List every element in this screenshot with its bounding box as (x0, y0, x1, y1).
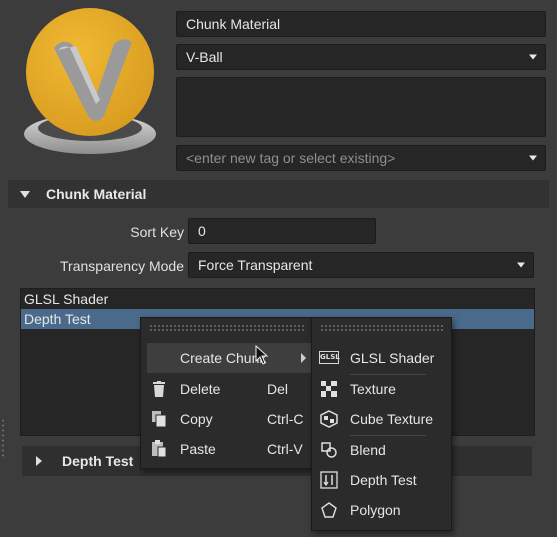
sort-key-input[interactable]: 0 (188, 218, 376, 244)
menu-item-delete[interactable]: Delete Del (147, 374, 311, 404)
submenu-item-label: Cube Texture (350, 411, 434, 427)
submenu-item-label: Depth Test (350, 472, 417, 488)
menu-item-label: Paste (180, 441, 216, 457)
context-menu: Create Chunk Delete Del Copy Ctrl-C Past… (140, 317, 314, 469)
menu-item-label: Create Chunk (180, 350, 267, 366)
submenu-item-label: Texture (350, 381, 396, 397)
mouse-cursor-icon (255, 345, 269, 365)
trash-icon (153, 381, 165, 397)
material-name-value: Chunk Material (186, 16, 281, 32)
depth-test-icon (320, 471, 338, 489)
menu-grip (149, 324, 305, 332)
sort-key-label: Sort Key (130, 224, 184, 240)
chevron-down-icon (529, 155, 537, 161)
asset-type-select[interactable]: V-Ball (176, 44, 546, 70)
description-textarea[interactable] (176, 77, 546, 137)
transparency-mode-label: Transparency Mode (60, 258, 184, 274)
transparency-mode-value: Force Transparent (198, 257, 313, 273)
blend-icon (321, 442, 337, 458)
submenu-item-label: Blend (350, 442, 386, 458)
menu-item-label: Delete (180, 381, 221, 397)
polygon-icon (321, 502, 337, 518)
submenu-item-texture[interactable]: Texture (316, 374, 449, 404)
submenu-item-blend[interactable]: Blend (316, 435, 449, 465)
submenu-arrow-icon (301, 353, 306, 363)
menu-grip (320, 324, 443, 332)
menu-item-copy[interactable]: Copy Ctrl-C (147, 404, 311, 434)
material-name-field[interactable]: Chunk Material (176, 11, 546, 37)
asset-type-value: V-Ball (186, 49, 223, 65)
submenu-item-glsl-shader[interactable]: GLSL GLSL Shader (316, 343, 449, 373)
expand-triangle-icon (36, 456, 42, 466)
menu-shortcut: Ctrl-C (267, 411, 304, 427)
chevron-down-icon (517, 262, 525, 268)
cube-texture-icon (320, 410, 338, 428)
transparency-mode-select[interactable]: Force Transparent (188, 252, 534, 278)
menu-item-paste[interactable]: Paste Ctrl-V (147, 434, 311, 464)
submenu-item-label: GLSL Shader (350, 350, 435, 366)
chunk-material-section-header[interactable]: Chunk Material (8, 180, 549, 208)
collapse-triangle-icon (20, 190, 30, 198)
chevron-down-icon (529, 54, 537, 60)
menu-item-create-chunk[interactable]: Create Chunk (147, 343, 311, 373)
material-thumbnail (18, 8, 162, 158)
submenu-item-depth-test[interactable]: Depth Test (316, 465, 449, 495)
create-chunk-submenu: GLSL GLSL Shader Texture Cube Texture Bl… (311, 317, 452, 531)
copy-icon (152, 411, 167, 428)
sort-key-value: 0 (198, 223, 206, 239)
section-title: Chunk Material (46, 186, 147, 202)
submenu-item-polygon[interactable]: Polygon (316, 495, 449, 525)
menu-item-label: Copy (180, 411, 213, 427)
tags-placeholder: <enter new tag or select existing> (186, 150, 396, 166)
submenu-item-cube-texture[interactable]: Cube Texture (316, 404, 449, 434)
list-item[interactable]: GLSL Shader (21, 289, 534, 309)
tags-input[interactable]: <enter new tag or select existing> (176, 145, 546, 171)
glsl-icon: GLSL (319, 351, 340, 364)
paste-icon (152, 440, 167, 458)
texture-checker-icon (321, 381, 337, 397)
menu-shortcut: Del (267, 381, 289, 397)
resize-grip[interactable] (1, 418, 5, 458)
depth-test-title: Depth Test (62, 453, 134, 469)
submenu-item-label: Polygon (350, 502, 401, 518)
menu-shortcut: Ctrl-V (267, 441, 303, 457)
